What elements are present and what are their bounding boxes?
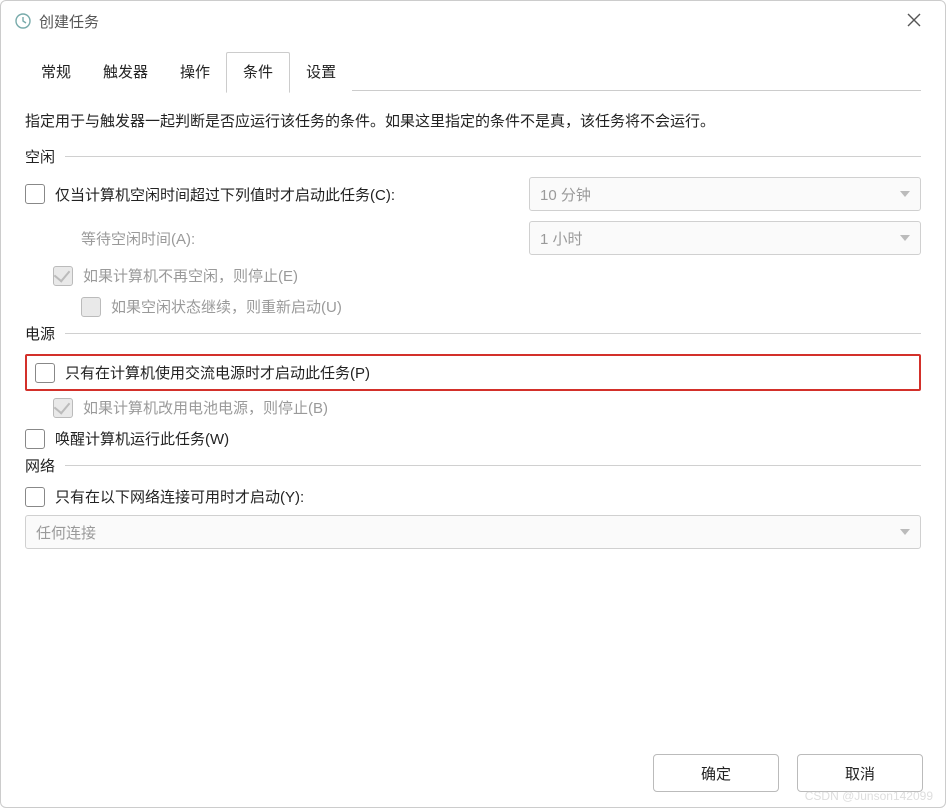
select-idle-duration[interactable]: 10 分钟	[529, 177, 921, 211]
row-wake-to-run: 唤醒计算机运行此任务(W)	[25, 428, 921, 449]
ok-button[interactable]: 确定	[653, 754, 779, 792]
checkbox-start-if-idle[interactable]	[25, 184, 45, 204]
checkbox-only-if-network[interactable]	[25, 487, 45, 507]
checkbox-stop-on-battery	[53, 398, 73, 418]
tab-triggers[interactable]: 触发器	[87, 53, 164, 92]
row-ac-only: 只有在计算机使用交流电源时才启动此任务(P)	[35, 362, 911, 383]
section-idle: 空闲	[25, 146, 921, 167]
dialog-window: 创建任务 常规 触发器 操作 条件 设置 指定用于与触发器一起判断是否应运行该任…	[0, 0, 946, 808]
conditions-description: 指定用于与触发器一起判断是否应运行该任务的条件。如果这里指定的条件不是真，该任务…	[25, 110, 921, 134]
tab-label: 条件	[243, 64, 273, 81]
row-start-if-idle: 仅当计算机空闲时间超过下列值时才启动此任务(C): 10 分钟	[25, 177, 921, 211]
label-ac-only: 只有在计算机使用交流电源时才启动此任务(P)	[65, 362, 370, 383]
section-label: 网络	[25, 455, 55, 476]
select-value: 任何连接	[36, 522, 96, 543]
row-stop-if-not-idle: 如果计算机不再空闲，则停止(E)	[25, 265, 921, 286]
select-value: 10 分钟	[540, 184, 591, 205]
section-divider	[65, 156, 921, 157]
highlight-ac-only: 只有在计算机使用交流电源时才启动此任务(P)	[25, 354, 921, 391]
select-network-connection[interactable]: 任何连接	[25, 515, 921, 549]
row-only-if-network: 只有在以下网络连接可用时才启动(Y):	[25, 486, 921, 507]
dialog-content: 常规 触发器 操作 条件 设置 指定用于与触发器一起判断是否应运行该任务的条件。…	[1, 41, 945, 739]
tab-conditions[interactable]: 条件	[226, 52, 290, 93]
tab-label: 操作	[180, 64, 210, 81]
row-restart-if-idle: 如果空闲状态继续，则重新启动(U)	[25, 296, 921, 317]
section-label: 空闲	[25, 146, 55, 167]
select-value: 1 小时	[540, 228, 583, 249]
tab-settings[interactable]: 设置	[290, 53, 352, 92]
section-network: 网络	[25, 455, 921, 476]
titlebar: 创建任务	[1, 1, 945, 41]
tab-actions[interactable]: 操作	[164, 53, 226, 92]
label-restart-if-idle: 如果空闲状态继续，则重新启动(U)	[111, 296, 342, 317]
checkbox-ac-only[interactable]	[35, 363, 55, 383]
section-label: 电源	[25, 323, 55, 344]
checkbox-restart-if-idle	[81, 297, 101, 317]
button-label: 确定	[701, 763, 731, 784]
label-wake-to-run: 唤醒计算机运行此任务(W)	[55, 428, 229, 449]
select-wait-idle[interactable]: 1 小时	[529, 221, 921, 255]
tab-label: 常规	[41, 64, 71, 81]
label-wait-idle: 等待空闲时间(A):	[81, 228, 195, 249]
cancel-button[interactable]: 取消	[797, 754, 923, 792]
chevron-down-icon	[900, 191, 910, 197]
section-divider	[65, 333, 921, 334]
tab-general[interactable]: 常规	[25, 53, 87, 92]
checkbox-stop-if-not-idle	[53, 266, 73, 286]
label-stop-if-not-idle: 如果计算机不再空闲，则停止(E)	[83, 265, 298, 286]
label-stop-on-battery: 如果计算机改用电池电源，则停止(B)	[83, 397, 328, 418]
tab-label: 触发器	[103, 64, 148, 81]
row-network-select: 任何连接	[25, 515, 921, 549]
tab-underline	[352, 90, 921, 91]
label-only-if-network: 只有在以下网络连接可用时才启动(Y):	[55, 486, 304, 507]
section-power: 电源	[25, 323, 921, 344]
close-icon[interactable]	[897, 5, 931, 38]
dialog-footer: 确定 取消	[1, 739, 945, 807]
app-clock-icon	[15, 13, 31, 29]
checkbox-wake-to-run[interactable]	[25, 429, 45, 449]
window-title: 创建任务	[39, 11, 99, 32]
row-wait-idle: 等待空闲时间(A): 1 小时	[25, 221, 921, 255]
tab-bar: 常规 触发器 操作 条件 设置	[25, 51, 352, 92]
chevron-down-icon	[900, 235, 910, 241]
chevron-down-icon	[900, 529, 910, 535]
row-stop-on-battery: 如果计算机改用电池电源，则停止(B)	[25, 397, 921, 418]
section-divider	[65, 465, 921, 466]
button-label: 取消	[845, 763, 875, 784]
label-start-if-idle: 仅当计算机空闲时间超过下列值时才启动此任务(C):	[55, 184, 395, 205]
tab-label: 设置	[306, 64, 336, 81]
